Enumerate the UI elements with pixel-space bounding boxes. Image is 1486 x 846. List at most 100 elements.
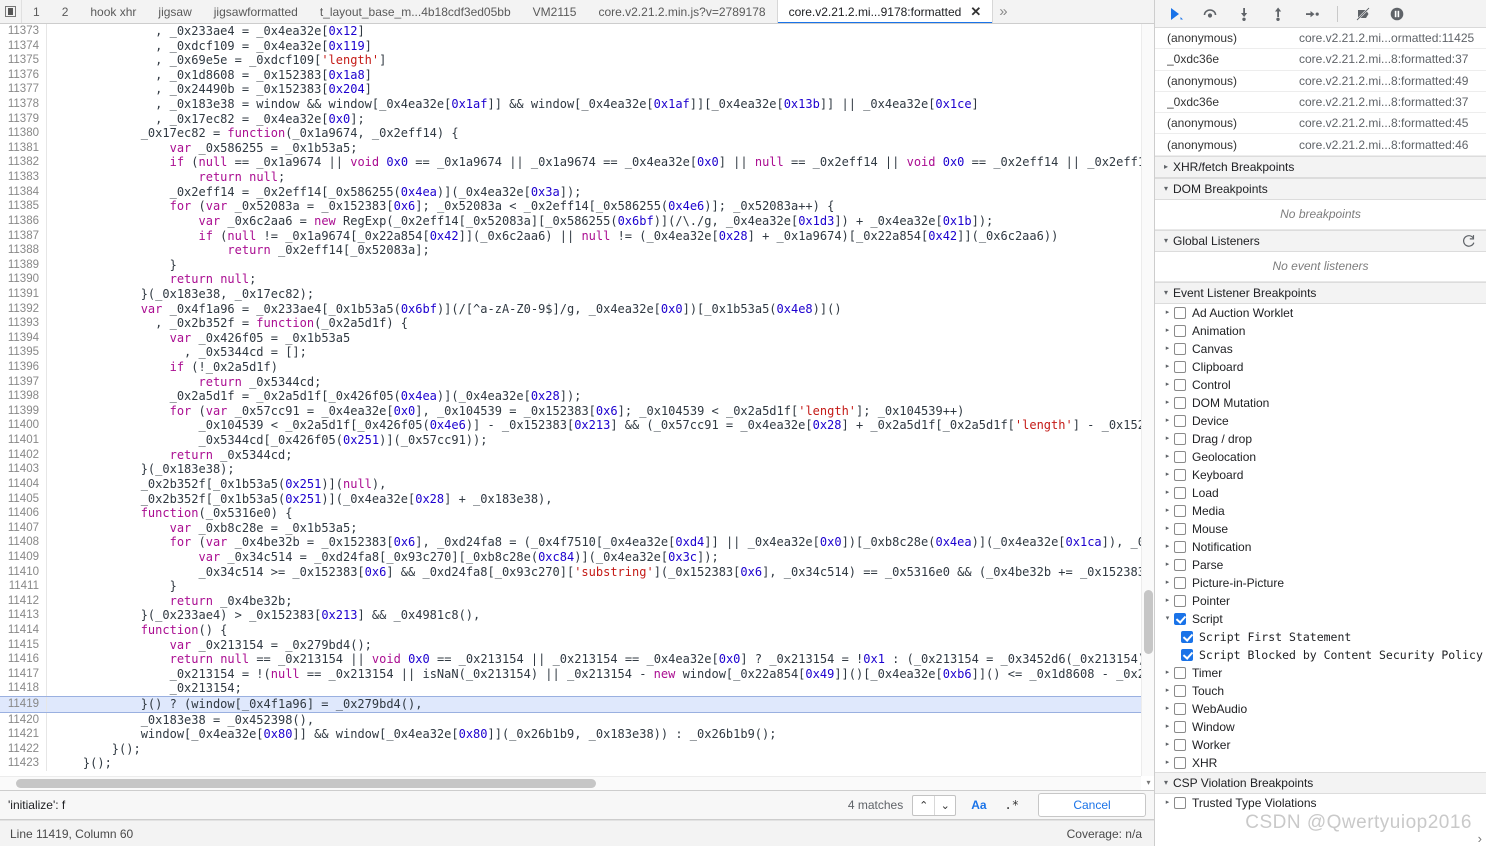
chevron-right-icon[interactable]: ▸: [1161, 597, 1174, 604]
event-listener-breakpoint-row[interactable]: ▸ Keyboard: [1155, 466, 1486, 484]
line-number[interactable]: 11423: [0, 756, 47, 772]
code-line[interactable]: 11420 _0x183e38 = _0x452398(),: [0, 712, 1154, 728]
call-stack-row[interactable]: _0xdc36e core.v2.21.2.mi...8:formatted:37: [1155, 49, 1486, 71]
code-line[interactable]: 11422 }();: [0, 741, 1154, 757]
code-line-text[interactable]: , _0xdcf109 = _0x4ea32e[0x119]: [47, 39, 372, 54]
breakpoint-checkbox[interactable]: [1174, 360, 1186, 373]
line-number[interactable]: 11418: [0, 681, 47, 697]
line-number[interactable]: 11373: [0, 24, 47, 39]
code-line[interactable]: 11404 _0x2b352f[_0x1b53a5(0x251)](null),: [0, 476, 1154, 492]
code-line-text[interactable]: }(_0x233ae4) > _0x152383[0x213] && _0x49…: [47, 608, 481, 623]
code-line[interactable]: 11392 var _0x4f1a96 = _0x233ae4[_0x1b53a…: [0, 301, 1154, 317]
code-line[interactable]: 11418 _0x213154;: [0, 681, 1154, 697]
line-number[interactable]: 11380: [0, 126, 47, 141]
line-number[interactable]: 11414: [0, 622, 47, 638]
event-listener-breakpoint-row[interactable]: ▸ Timer: [1155, 664, 1486, 682]
line-number[interactable]: 11385: [0, 199, 47, 214]
event-listener-breakpoint-row[interactable]: ▸ Notification: [1155, 538, 1486, 556]
event-listener-breakpoint-row[interactable]: ▸ Worker: [1155, 736, 1486, 754]
chevron-right-icon[interactable]: ▸: [1161, 471, 1174, 478]
line-number[interactable]: 11402: [0, 447, 47, 463]
source-tab[interactable]: jigsawformatted: [203, 0, 309, 23]
line-number[interactable]: 11389: [0, 257, 47, 273]
line-number[interactable]: 11398: [0, 389, 47, 404]
line-number[interactable]: 11381: [0, 140, 47, 156]
code-line-text[interactable]: var _0x6c2aa6 = new RegExp(_0x2eff14[_0x…: [47, 214, 994, 229]
code-line-text[interactable]: function() {: [47, 623, 228, 638]
line-number[interactable]: 11399: [0, 403, 47, 419]
code-line-text[interactable]: if (null == _0x1a9674 || void 0x0 == _0x…: [47, 155, 1154, 170]
code-line[interactable]: 11416 return null == _0x213154 || void 0…: [0, 652, 1154, 667]
code-line[interactable]: 11419 }() ? (window[_0x4f1a96] = _0x279b…: [0, 696, 1154, 713]
step-into-next-function-call-icon[interactable]: [1233, 3, 1255, 25]
breakpoint-checkbox[interactable]: [1174, 540, 1186, 553]
pause-on-exceptions-icon[interactable]: [1386, 3, 1408, 25]
code-line[interactable]: 11409 var _0x34c514 = _0xd24fa8[_0x93c27…: [0, 549, 1154, 565]
event-listener-breakpoint-row[interactable]: ▸ Picture-in-Picture: [1155, 574, 1486, 592]
line-number[interactable]: 11422: [0, 741, 47, 757]
code-line[interactable]: 11411 }: [0, 579, 1154, 594]
source-tab[interactable]: 2: [51, 0, 80, 23]
code-line[interactable]: 11400 _0x104539 < _0x2a5d1f[_0x426f05(0x…: [0, 418, 1154, 434]
code-line[interactable]: 11417 _0x213154 = !(null == _0x213154 ||…: [0, 666, 1154, 682]
breakpoint-checkbox[interactable]: [1174, 486, 1186, 499]
code-line-text[interactable]: _0x183e38 = _0x452398(),: [47, 713, 314, 728]
section-header-event-listener-breakpoints[interactable]: ▾ Event Listener Breakpoints: [1155, 281, 1486, 304]
event-listener-breakpoint-row[interactable]: ▸ Mouse: [1155, 520, 1486, 538]
line-number[interactable]: 11408: [0, 535, 47, 550]
event-listener-breakpoint-row[interactable]: ▸ Control: [1155, 376, 1486, 394]
chevron-right-icon[interactable]: ▸: [1161, 525, 1174, 532]
call-stack-row[interactable]: (anonymous) core.v2.21.2.mi...8:formatted…: [1155, 134, 1486, 156]
code-line[interactable]: 11406 function(_0x5316e0) {: [0, 506, 1154, 521]
code-line-text[interactable]: _0x2a5d1f = _0x2a5d1f[_0x426f05(0x4ea)](…: [47, 389, 582, 404]
chevron-right-icon[interactable]: ▸: [1161, 799, 1174, 806]
code-line[interactable]: 11421 window[_0x4ea32e[0x80]] && window[…: [0, 727, 1154, 742]
code-line[interactable]: 11393 , _0x2b352f = function(_0x2a5d1f) …: [0, 316, 1154, 331]
breakpoint-checkbox[interactable]: [1174, 796, 1186, 809]
event-listener-breakpoint-row[interactable]: ▸ Device: [1155, 412, 1486, 430]
editor-vertical-scrollbar[interactable]: ▾: [1141, 24, 1154, 787]
source-tab[interactable]: jigsaw: [147, 0, 202, 23]
code-line-text[interactable]: return _0x5344cd;: [47, 375, 322, 390]
breakpoint-checkbox[interactable]: [1174, 468, 1186, 481]
code-line-text[interactable]: var _0x426f05 = _0x1b53a5: [47, 331, 351, 346]
line-number[interactable]: 11400: [0, 418, 47, 434]
code-line[interactable]: 11375 , _0x69e5e = _0xdcf109['length']: [0, 53, 1154, 68]
breakpoint-checkbox[interactable]: [1181, 630, 1193, 643]
chevron-right-icon[interactable]: ▸: [1161, 327, 1174, 334]
code-line-text[interactable]: window[_0x4ea32e[0x80]] && window[_0x4ea…: [47, 727, 777, 742]
breakpoint-checkbox[interactable]: [1174, 306, 1186, 319]
chevron-right-icon[interactable]: ▸: [1161, 669, 1174, 676]
chevron-right-icon[interactable]: ▸: [1161, 453, 1174, 460]
line-number[interactable]: 11415: [0, 637, 47, 653]
chevron-right-icon[interactable]: ▸: [1161, 579, 1174, 586]
code-line-text[interactable]: _0x5344cd[_0x426f05(0x251)](_0x57cc91));: [47, 433, 487, 448]
breakpoint-checkbox[interactable]: [1174, 702, 1186, 715]
code-line-text[interactable]: return null == _0x213154 || void 0x0 == …: [47, 652, 1153, 667]
event-listener-breakpoint-row[interactable]: ▸ WebAudio: [1155, 700, 1486, 718]
line-number[interactable]: 11379: [0, 111, 47, 127]
close-tab-icon[interactable]: ✕: [970, 5, 981, 18]
source-tab[interactable]: core.v2.21.2.mi...9178:formatted ✕: [776, 0, 994, 23]
breakpoint-checkbox[interactable]: [1174, 522, 1186, 535]
code-line-text[interactable]: var _0xb8c28e = _0x1b53a5;: [47, 521, 358, 536]
event-listener-breakpoint-row[interactable]: ▸ Animation: [1155, 322, 1486, 340]
line-number[interactable]: 11396: [0, 360, 47, 375]
cancel-button[interactable]: Cancel: [1038, 793, 1146, 817]
chevron-right-icon[interactable]: ▸: [1161, 435, 1174, 442]
code-line[interactable]: 11378 , _0x183e38 = window && window[_0x…: [0, 97, 1154, 112]
line-number[interactable]: 11390: [0, 272, 47, 287]
code-line-text[interactable]: return null;: [47, 170, 286, 185]
breakpoint-checkbox[interactable]: [1174, 324, 1186, 337]
code-line[interactable]: 11403 }(_0x183e38);: [0, 462, 1154, 477]
chevron-right-icon[interactable]: ▸: [1161, 507, 1174, 514]
code-line[interactable]: 11423 }();: [0, 756, 1154, 772]
code-line[interactable]: 11381 var _0x586255 = _0x1b53a5;: [0, 140, 1154, 156]
code-line-text[interactable]: var _0x586255 = _0x1b53a5;: [47, 141, 358, 156]
chevron-right-icon[interactable]: ▸: [1161, 363, 1174, 370]
chevron-right-icon[interactable]: ▸: [1161, 417, 1174, 424]
line-number[interactable]: 11378: [0, 97, 47, 112]
line-number[interactable]: 11393: [0, 316, 47, 331]
breakpoint-checkbox[interactable]: [1174, 504, 1186, 517]
code-line[interactable]: 11413 }(_0x233ae4) > _0x152383[0x213] &&…: [0, 608, 1154, 623]
